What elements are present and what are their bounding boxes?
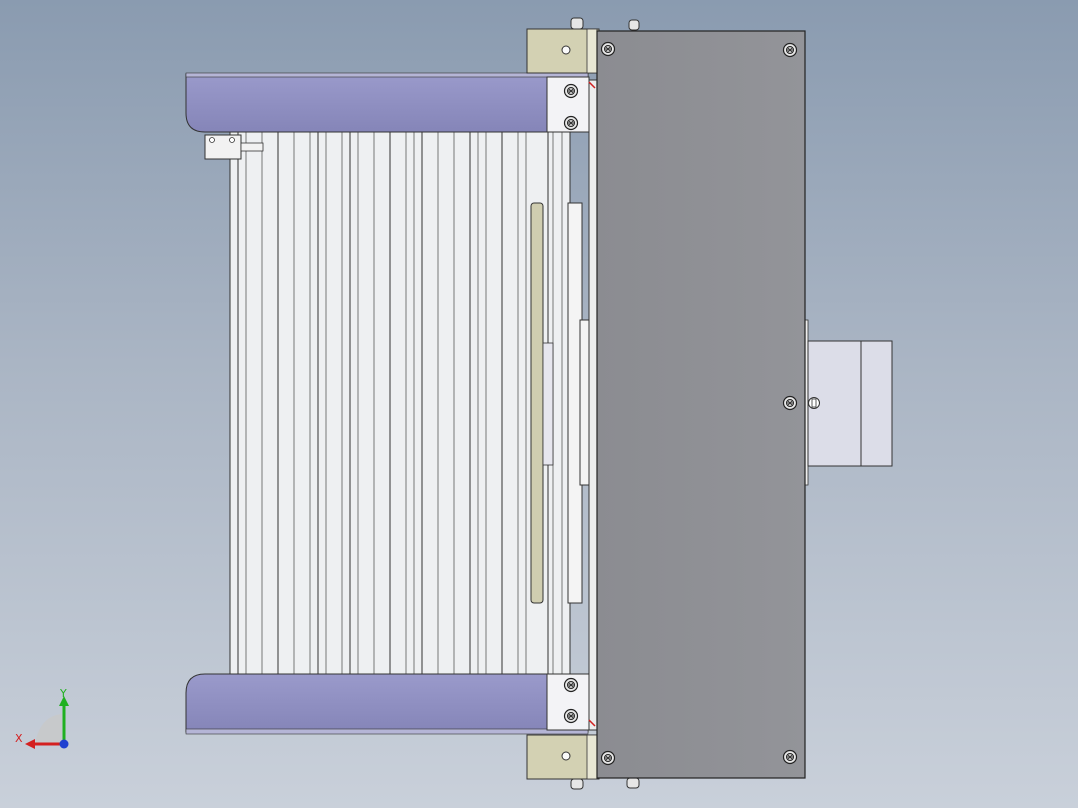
frame-bar-bottom bbox=[185, 673, 590, 735]
x-axis-label: X bbox=[15, 732, 23, 745]
axis-triad: Y X bbox=[15, 687, 69, 749]
side-rail bbox=[588, 79, 598, 731]
conveyor-slats bbox=[229, 129, 571, 679]
z-axis-dot bbox=[59, 739, 69, 749]
side-plate bbox=[596, 30, 806, 779]
x-axis-arrowhead bbox=[25, 739, 35, 749]
triad-plane bbox=[35, 714, 62, 744]
frame-bar-top bbox=[185, 72, 590, 133]
y-axis-label: Y bbox=[59, 687, 67, 700]
motor-mount bbox=[804, 319, 893, 486]
cad-viewport[interactable] bbox=[0, 0, 1078, 808]
